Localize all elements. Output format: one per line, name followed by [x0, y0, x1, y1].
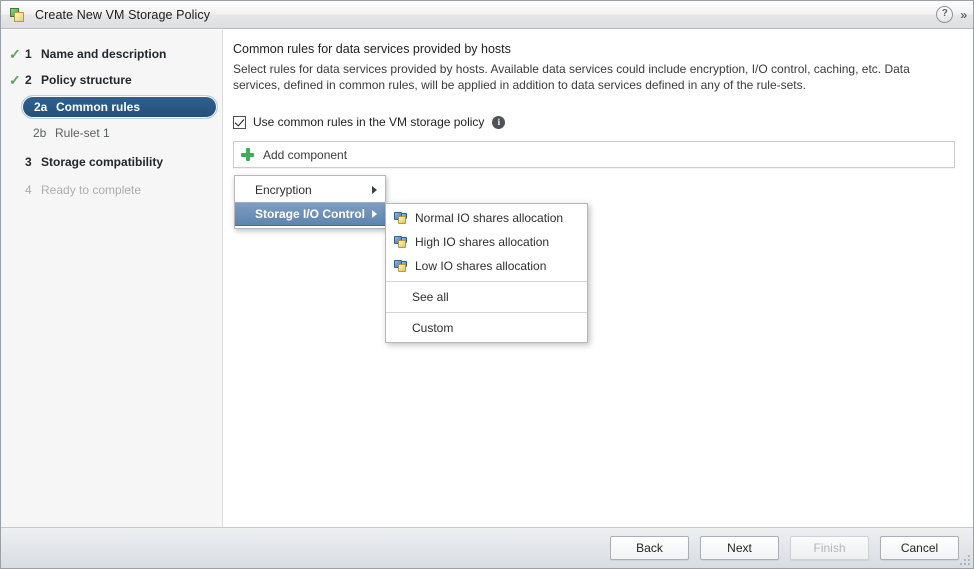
titlebar-actions: ? » — [936, 6, 967, 23]
storage-io-control-submenu: Normal IO shares allocation High IO shar… — [385, 203, 588, 343]
help-icon[interactable]: ? — [936, 6, 953, 23]
step-number: 2 — [25, 73, 41, 87]
sidebar-item-common-rules[interactable]: 2a Common rules — [21, 95, 218, 119]
page-description: Select rules for data services provided … — [233, 62, 923, 93]
page-title: Common rules for data services provided … — [233, 42, 955, 56]
sidebar-item-name-and-description[interactable]: ✓ 1 Name and description — [1, 41, 222, 67]
step-number: 3 — [25, 155, 41, 169]
wizard-sidebar: ✓ 1 Name and description ✓ 2 Policy stru… — [1, 30, 223, 527]
sidebar-item-label: Storage compatibility — [41, 155, 163, 169]
menu-item-encryption[interactable]: Encryption — [235, 178, 385, 202]
menu-item-label: Normal IO shares allocation — [415, 211, 563, 225]
menu-item-high-io-shares-allocation[interactable]: High IO shares allocation — [386, 230, 587, 254]
sidebar-item-ready-to-complete[interactable]: 4 Ready to complete — [1, 177, 222, 203]
menu-item-label: Storage I/O Control — [255, 207, 365, 221]
menu-item-normal-io-shares-allocation[interactable]: Normal IO shares allocation — [386, 206, 587, 230]
substep-number: 2b — [33, 126, 55, 140]
add-component-button[interactable]: Add component — [233, 141, 955, 168]
back-button[interactable]: Back — [610, 536, 689, 560]
menu-item-label: See all — [412, 290, 449, 304]
sidebar-item-label: Policy structure — [41, 73, 132, 87]
step-complete-check-icon: ✓ — [9, 73, 25, 87]
menu-item-label: High IO shares allocation — [415, 235, 549, 249]
add-component-label: Add component — [263, 148, 347, 162]
menu-separator — [386, 312, 587, 313]
expand-chevron-icon[interactable]: » — [960, 9, 967, 21]
sidebar-item-policy-structure[interactable]: ✓ 2 Policy structure — [1, 67, 222, 93]
component-icon — [394, 236, 408, 249]
sidebar-subitem-label: Common rules — [56, 100, 140, 114]
menu-item-label: Custom — [412, 321, 453, 335]
next-button[interactable]: Next — [700, 536, 779, 560]
chevron-right-icon — [372, 186, 377, 194]
sidebar-subitem-label: Rule-set 1 — [55, 126, 110, 140]
chevron-right-icon — [372, 210, 377, 218]
use-common-rules-row: Use common rules in the VM storage polic… — [233, 115, 955, 129]
substep-number: 2a — [34, 100, 56, 114]
description-line-1: Select rules for data services provided … — [233, 62, 881, 76]
finish-button: Finish — [790, 536, 869, 560]
step-number: 1 — [25, 47, 41, 61]
sidebar-item-label: Ready to complete — [41, 183, 141, 197]
menu-item-custom[interactable]: Custom — [386, 316, 587, 340]
menu-item-label: Low IO shares allocation — [415, 259, 546, 273]
sidebar-item-storage-compatibility[interactable]: 3 Storage compatibility — [1, 149, 222, 175]
menu-item-see-all[interactable]: See all — [386, 285, 587, 309]
menu-item-low-io-shares-allocation[interactable]: Low IO shares allocation — [386, 254, 587, 278]
info-icon[interactable]: i — [492, 116, 505, 129]
dialog-footer: Back Next Finish Cancel — [1, 527, 973, 568]
step-number: 4 — [25, 183, 41, 197]
resize-grip[interactable] — [960, 555, 970, 565]
vm-storage-policy-icon — [9, 6, 27, 24]
component-icon — [394, 212, 408, 225]
menu-item-storage-io-control[interactable]: Storage I/O Control — [235, 202, 385, 226]
sidebar-item-rule-set-1[interactable]: 2b Rule-set 1 — [21, 121, 218, 145]
add-component-menu: Encryption Storage I/O Control — [234, 175, 386, 229]
menu-separator — [386, 281, 587, 282]
use-common-rules-checkbox[interactable] — [233, 116, 246, 129]
main-content: Common rules for data services provided … — [224, 30, 973, 527]
create-vm-storage-policy-dialog: Create New VM Storage Policy ? » ✓ 1 Nam… — [0, 0, 974, 569]
step-complete-check-icon: ✓ — [9, 47, 25, 61]
dialog-titlebar: Create New VM Storage Policy ? » — [1, 1, 974, 29]
menu-item-label: Encryption — [255, 183, 312, 197]
dialog-title: Create New VM Storage Policy — [35, 8, 210, 22]
cancel-button[interactable]: Cancel — [880, 536, 959, 560]
sidebar-item-label: Name and description — [41, 47, 166, 61]
plus-icon — [241, 148, 254, 161]
use-common-rules-label: Use common rules in the VM storage polic… — [253, 115, 484, 129]
component-icon — [394, 260, 408, 273]
